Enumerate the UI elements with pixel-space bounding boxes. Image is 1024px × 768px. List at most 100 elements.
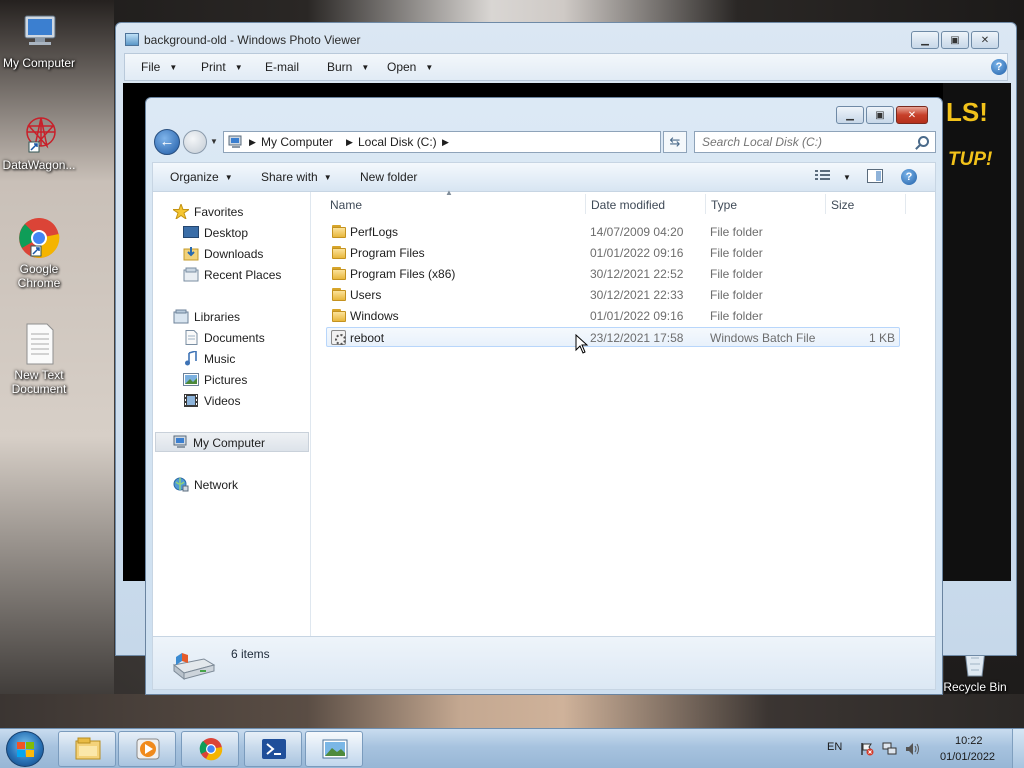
pictures-icon	[183, 373, 199, 386]
column-header-type[interactable]: Type	[711, 198, 737, 212]
drive-icon	[172, 653, 216, 681]
nav-network[interactable]: Network	[153, 475, 309, 495]
desktop-icon-datawagon[interactable]: DataWagon...	[1, 112, 77, 172]
search-input[interactable]	[702, 135, 912, 149]
videos-icon	[184, 394, 198, 407]
organize-button[interactable]: Organize ▼	[170, 170, 233, 184]
clock-date[interactable]: 01/01/2022	[940, 751, 995, 763]
help-icon[interactable]: ?	[991, 59, 1007, 75]
share-with-button[interactable]: Share with ▼	[261, 170, 332, 184]
file-row-program-files-x86[interactable]: Program Files (x86) 30/12/2021 22:52 Fil…	[327, 264, 901, 284]
breadcrumb-separator-icon[interactable]: ▶	[442, 137, 449, 148]
network-icon	[173, 477, 189, 492]
chrome-icon	[199, 738, 223, 761]
close-button[interactable]: ✕	[971, 31, 999, 49]
network-status-icon[interactable]	[882, 742, 898, 756]
file-row-users[interactable]: Users 30/12/2021 22:33 File folder	[327, 285, 901, 305]
forward-button[interactable]	[183, 130, 207, 154]
close-button[interactable]: ✕	[896, 106, 928, 124]
menu-open[interactable]: Open ▼	[387, 60, 433, 74]
batch-file-icon	[331, 330, 346, 345]
explorer-window-controls: ▁ ▣ ✕	[836, 106, 928, 124]
maximize-button[interactable]: ▣	[941, 31, 969, 49]
new-folder-button[interactable]: New folder	[360, 170, 417, 184]
column-header-size[interactable]: Size	[831, 198, 854, 212]
clock-time[interactable]: 10:22	[955, 735, 983, 747]
item-count: 6 items	[231, 647, 270, 661]
taskbar-explorer-button[interactable]	[58, 731, 116, 767]
search-box[interactable]	[694, 131, 936, 153]
taskbar-media-player-button[interactable]	[118, 731, 176, 767]
search-icon[interactable]	[918, 136, 929, 147]
nav-libraries[interactable]: Libraries	[153, 307, 309, 327]
menu-print[interactable]: Print ▼	[201, 60, 243, 74]
back-button[interactable]: ←	[154, 129, 180, 155]
breadcrumb-my-computer[interactable]: My Computer	[261, 135, 333, 149]
menu-email[interactable]: E-mail	[265, 60, 299, 74]
desktop-icon-label: Recycle Bin	[943, 680, 1007, 694]
desktop-icon-new-text-document[interactable]: New Text Document	[1, 322, 77, 396]
folder-icon	[332, 267, 346, 280]
refresh-button[interactable]: ⇆	[663, 131, 687, 153]
nav-videos[interactable]: Videos	[153, 391, 309, 411]
file-row-windows[interactable]: Windows 01/01/2022 09:16 File folder	[327, 306, 901, 326]
nav-downloads[interactable]: Downloads	[153, 244, 309, 264]
action-center-flag-icon[interactable]	[860, 742, 874, 756]
file-list: ▲ Name Date modified Type Size PerfLogs …	[313, 188, 935, 636]
image-text-1: LS!	[946, 97, 988, 127]
help-icon[interactable]: ?	[901, 169, 917, 185]
column-divider[interactable]	[905, 194, 906, 214]
nav-music[interactable]: Music	[153, 349, 309, 369]
column-header-name[interactable]: Name	[330, 198, 362, 212]
column-divider[interactable]	[585, 194, 586, 214]
breadcrumb-separator-icon[interactable]: ▶	[249, 137, 256, 148]
nav-favorites[interactable]: Favorites	[153, 202, 309, 222]
preview-pane-button[interactable]	[867, 169, 883, 186]
desktop-icon-label: DataWagon...	[2, 158, 76, 172]
show-desktop-button[interactable]	[1012, 729, 1024, 768]
close-icon: ✕	[980, 34, 990, 46]
taskbar: EN 10:22 01/01/2022	[0, 728, 1024, 768]
column-divider[interactable]	[825, 194, 826, 214]
taskbar-photo-viewer-button[interactable]	[305, 731, 363, 767]
file-row-program-files[interactable]: Program Files 01/01/2022 09:16 File fold…	[327, 243, 901, 263]
menu-file[interactable]: File ▼	[141, 60, 177, 74]
desktop-icon-google-chrome[interactable]: Google Chrome	[1, 216, 77, 290]
nav-my-computer[interactable]: My Computer	[155, 432, 309, 452]
close-icon: ✕	[907, 109, 917, 121]
desktop-wallpaper-bottom	[0, 694, 1024, 728]
change-view-button[interactable]: ▼	[815, 169, 851, 184]
documents-icon	[185, 330, 198, 345]
desktop-icon-my-computer[interactable]: My Computer	[1, 10, 77, 70]
recent-places-icon	[183, 267, 199, 282]
column-divider[interactable]	[705, 194, 706, 214]
language-indicator[interactable]: EN	[827, 741, 842, 753]
refresh-icon: ⇆	[669, 134, 681, 149]
maximize-button[interactable]: ▣	[866, 106, 894, 124]
breadcrumb-separator-icon[interactable]: ▶	[346, 137, 353, 148]
taskbar-chrome-button[interactable]	[181, 731, 239, 767]
nav-desktop[interactable]: Desktop	[153, 223, 309, 243]
folder-icon	[332, 225, 346, 238]
recent-pages-dropdown[interactable]: ▼	[210, 137, 218, 146]
sort-arrow-icon: ▲	[445, 188, 453, 197]
nav-recent-places[interactable]: Recent Places	[153, 265, 309, 285]
file-row-reboot[interactable]: reboot 23/12/2021 17:58 Windows Batch Fi…	[326, 327, 900, 347]
photo-viewer-title: background-old - Windows Photo Viewer	[144, 33, 361, 47]
breadcrumb-local-disk[interactable]: Local Disk (C:)	[358, 135, 437, 149]
datawagon-logo-icon	[17, 112, 61, 156]
minimize-button[interactable]: ▁	[911, 31, 939, 49]
address-bar[interactable]: ▶ My Computer ▶ Local Disk (C:) ▶ ▼	[223, 131, 736, 153]
minimize-button[interactable]: ▁	[836, 106, 864, 124]
nav-documents[interactable]: Documents	[153, 328, 309, 348]
menu-burn[interactable]: Burn ▼	[327, 60, 369, 74]
media-player-icon	[136, 738, 160, 760]
photo-viewer-window-controls: ▁ ▣ ✕	[911, 31, 999, 49]
explorer-window[interactable]: ▁ ▣ ✕ ← ▼ ▶ My Computer ▶ Local Disk (C:…	[145, 97, 943, 695]
nav-pictures[interactable]: Pictures	[153, 370, 309, 390]
file-row-perflogs[interactable]: PerfLogs 14/07/2009 04:20 File folder	[327, 222, 901, 242]
volume-icon[interactable]	[905, 742, 921, 756]
column-header-date-modified[interactable]: Date modified	[591, 198, 665, 212]
start-button[interactable]	[6, 731, 44, 767]
taskbar-powershell-button[interactable]	[244, 731, 302, 767]
